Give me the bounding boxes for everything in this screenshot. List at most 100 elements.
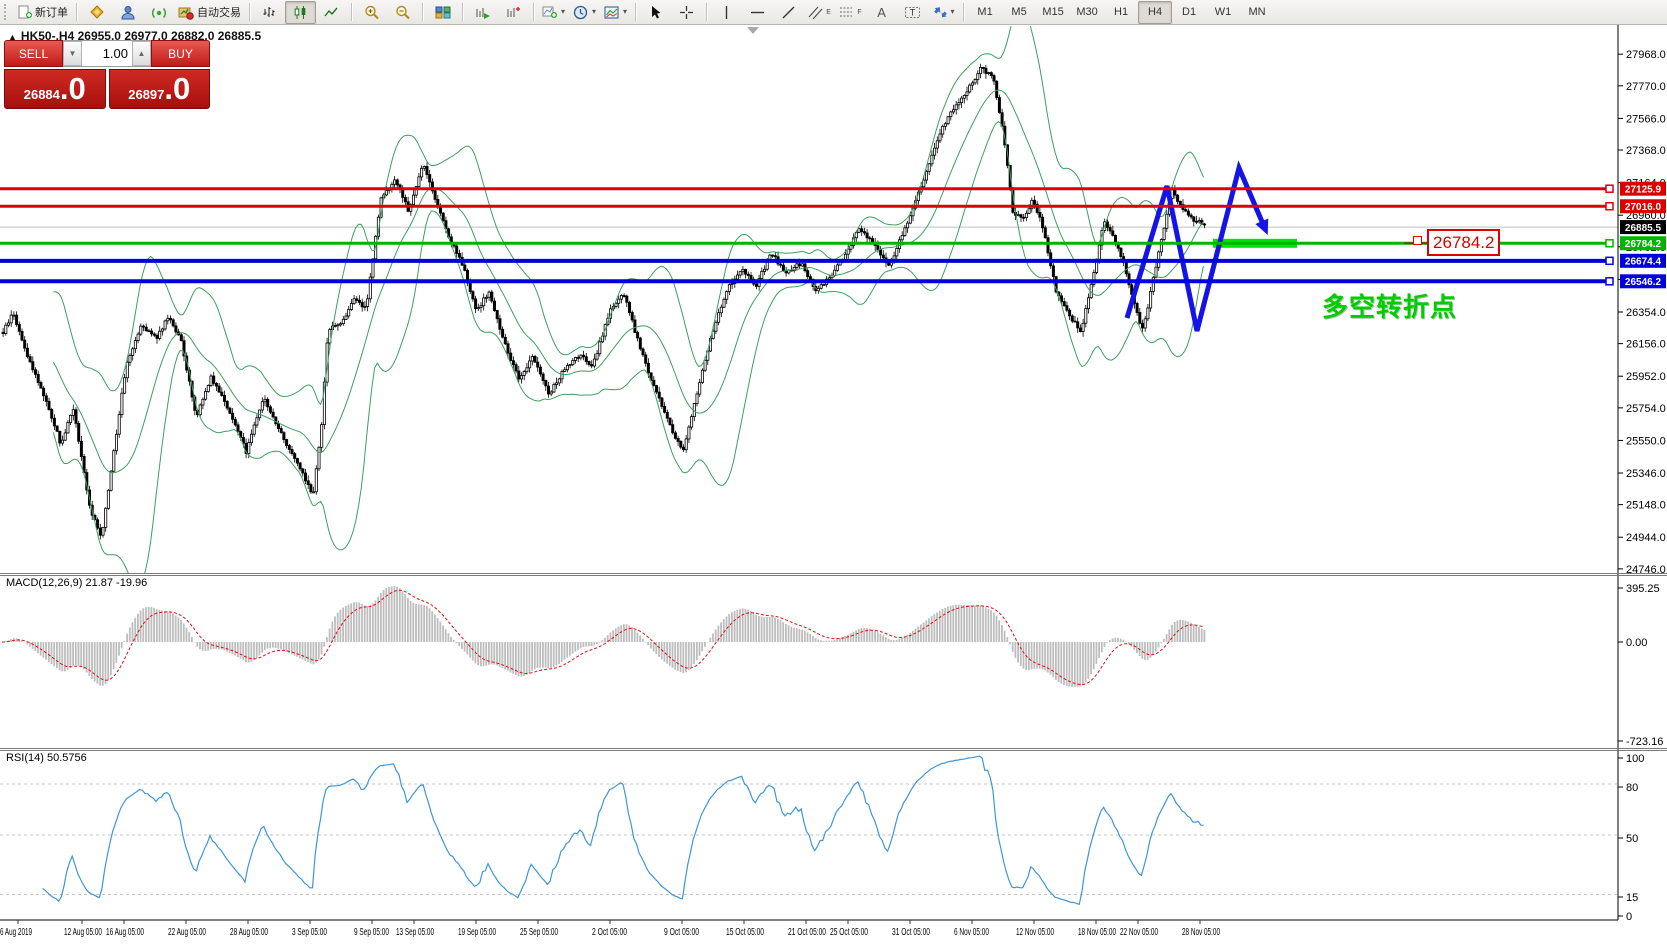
buy-button[interactable]: BUY: [151, 40, 210, 67]
macd-axis: 395.25 0.00 -723.16: [1618, 583, 1663, 748]
timeframe-button-m30[interactable]: M30: [1070, 1, 1104, 24]
timeframe-button-m5[interactable]: M5: [1002, 1, 1036, 24]
panel-collapse-icon[interactable]: [747, 27, 759, 34]
zoom-in-icon: [364, 5, 380, 20]
horizontal-line-button[interactable]: [742, 1, 773, 24]
time-tick-label: 6 Aug 2019: [0, 927, 32, 938]
timeframe-button-h4[interactable]: H4: [1138, 0, 1173, 24]
time-tick-label: 22 Nov 05:00: [1120, 927, 1158, 938]
timeframe-button-m1[interactable]: M1: [968, 1, 1002, 24]
crosshair-icon: [679, 5, 694, 20]
time-tick-label: 16 Aug 05:00: [106, 927, 144, 938]
floating-price-label[interactable]: 26784.2: [1427, 229, 1501, 256]
indicators-button[interactable]: ▾: [538, 1, 569, 24]
channel-sub-label: E: [826, 8, 831, 16]
periods-button[interactable]: ▾: [569, 1, 600, 24]
candlestick-chart-button[interactable]: [285, 0, 316, 24]
time-tick-label: 12 Aug 05:00: [64, 927, 102, 938]
sell-button[interactable]: SELL: [4, 40, 63, 67]
indicator-tick-label: 15: [1626, 892, 1638, 904]
fibonacci-icon: [839, 5, 856, 20]
volume-down-button[interactable]: ▼: [63, 41, 82, 66]
trendline-button[interactable]: [773, 1, 804, 24]
price-axis: 27968.027770.027566.027368.027164.026960…: [1618, 49, 1666, 576]
bar-chart-button[interactable]: [254, 1, 285, 24]
axes: [0, 25, 1667, 921]
sell-price-button[interactable]: 26884 .0: [4, 69, 106, 109]
text-button[interactable]: A: [866, 1, 897, 24]
auto-trading-button[interactable]: 自动交易: [174, 1, 245, 24]
auto-trading-icon: [178, 5, 194, 20]
terminal-window: { "toolbar": { "new_order_label": "新订单",…: [0, 0, 1667, 947]
time-tick-label: 3 Sep 05:00: [292, 927, 327, 938]
volume-up-button[interactable]: ▲: [132, 41, 151, 66]
floating-price-anchor[interactable]: [1413, 236, 1422, 245]
indicator-tick-label: 100: [1626, 753, 1644, 765]
auto-scroll-button[interactable]: [467, 1, 498, 24]
indicator-tick-label: 0: [1626, 911, 1632, 923]
price-tick-label: 25346.0: [1626, 468, 1666, 480]
fibonacci-button[interactable]: F: [835, 1, 866, 24]
price-tag-label: 26885.5: [1625, 223, 1662, 234]
toolbar-grip: [4, 4, 10, 20]
chart-canvas[interactable]: 27968.027770.027566.027368.027164.026960…: [0, 25, 1667, 947]
time-axis: 6 Aug 2019 12 Aug 05:00 16 Aug 05:00 22 Aug…: [0, 920, 1220, 938]
indicator-tick-label: 395.25: [1626, 583, 1660, 595]
one-click-trading-panel: SELL ▼ ▲ BUY 26884 .0 26897 .0: [4, 40, 210, 109]
dropdown-caret-icon: ▾: [561, 7, 566, 16]
market-watch-button[interactable]: [81, 1, 112, 24]
timeframe-button-h1[interactable]: H1: [1104, 1, 1138, 24]
tile-windows-icon: [435, 5, 451, 20]
volume-input[interactable]: [82, 41, 132, 66]
timeframe-button-w1[interactable]: W1: [1206, 1, 1240, 24]
dropdown-caret-icon: ▾: [592, 7, 597, 16]
trendline-icon: [781, 5, 796, 20]
sell-price-decimal: .0: [59, 71, 86, 106]
trend-annotation[interactable]: 多空转折点: [1322, 287, 1457, 324]
horizontal-line-icon: [750, 5, 765, 20]
timeframe-button-mn[interactable]: MN: [1240, 1, 1274, 24]
zoom-out-icon: [395, 5, 411, 20]
signals-button[interactable]: [143, 1, 174, 24]
timeframe-button-m15[interactable]: M15: [1036, 1, 1070, 24]
price-tag-label: 26784.2: [1625, 239, 1662, 250]
tile-windows-button[interactable]: [427, 1, 458, 24]
arrows-button[interactable]: ▾: [928, 1, 959, 24]
timeframe-button-d1[interactable]: D1: [1172, 1, 1206, 24]
dropdown-caret-icon: ▾: [950, 7, 955, 16]
time-tick-label: 9 Sep 05:00: [354, 927, 389, 938]
time-tick-label: 21 Oct 05:00: [788, 927, 826, 938]
chart-shift-button[interactable]: [498, 1, 529, 24]
templates-button[interactable]: ▾: [600, 1, 631, 24]
sell-price-main: 26884: [23, 86, 60, 102]
price-tick-label: 25550.0: [1626, 435, 1666, 447]
time-tick-label: 31 Oct 05:00: [892, 927, 930, 938]
price-tick-label: 27770.0: [1626, 81, 1666, 93]
zoom-in-button[interactable]: [356, 1, 387, 24]
dropdown-caret-icon: ▾: [623, 7, 628, 16]
price-tick-label: 24746.0: [1626, 564, 1666, 576]
rsi-indicator-label: RSI(14) 50.5756: [6, 752, 87, 764]
line-chart-button[interactable]: [316, 1, 347, 24]
chart-shift-icon: [506, 5, 522, 20]
macd-signal-line: [1, 589, 1204, 686]
price-tick-label: 27968.0: [1626, 49, 1666, 61]
new-order-icon: [17, 5, 32, 20]
text-label-button[interactable]: T: [897, 1, 928, 24]
auto-trading-label: 自动交易: [197, 7, 241, 19]
vertical-line-button[interactable]: [711, 1, 742, 24]
crosshair-button[interactable]: [671, 1, 702, 24]
zoom-out-button[interactable]: [387, 1, 418, 24]
indicator-tick-label: 80: [1626, 782, 1638, 794]
time-tick-label: 22 Aug 05:00: [168, 927, 206, 938]
time-tick-label: 6 Nov 05:00: [954, 927, 989, 938]
timeframe-toolbar: M1 M5 M15 M30 H1 H4 D1 W1 MN: [968, 0, 1274, 24]
price-tag-label: 27125.9: [1625, 184, 1662, 195]
time-tick-label: 9 Oct 05:00: [664, 927, 699, 938]
new-order-button[interactable]: 新订单: [13, 1, 72, 24]
equidistant-channel-button[interactable]: E: [804, 1, 835, 24]
profiles-button[interactable]: [112, 1, 143, 24]
volume-box: ▼ ▲: [63, 40, 151, 67]
buy-price-button[interactable]: 26897 .0: [108, 69, 210, 109]
cursor-button[interactable]: [640, 1, 671, 24]
